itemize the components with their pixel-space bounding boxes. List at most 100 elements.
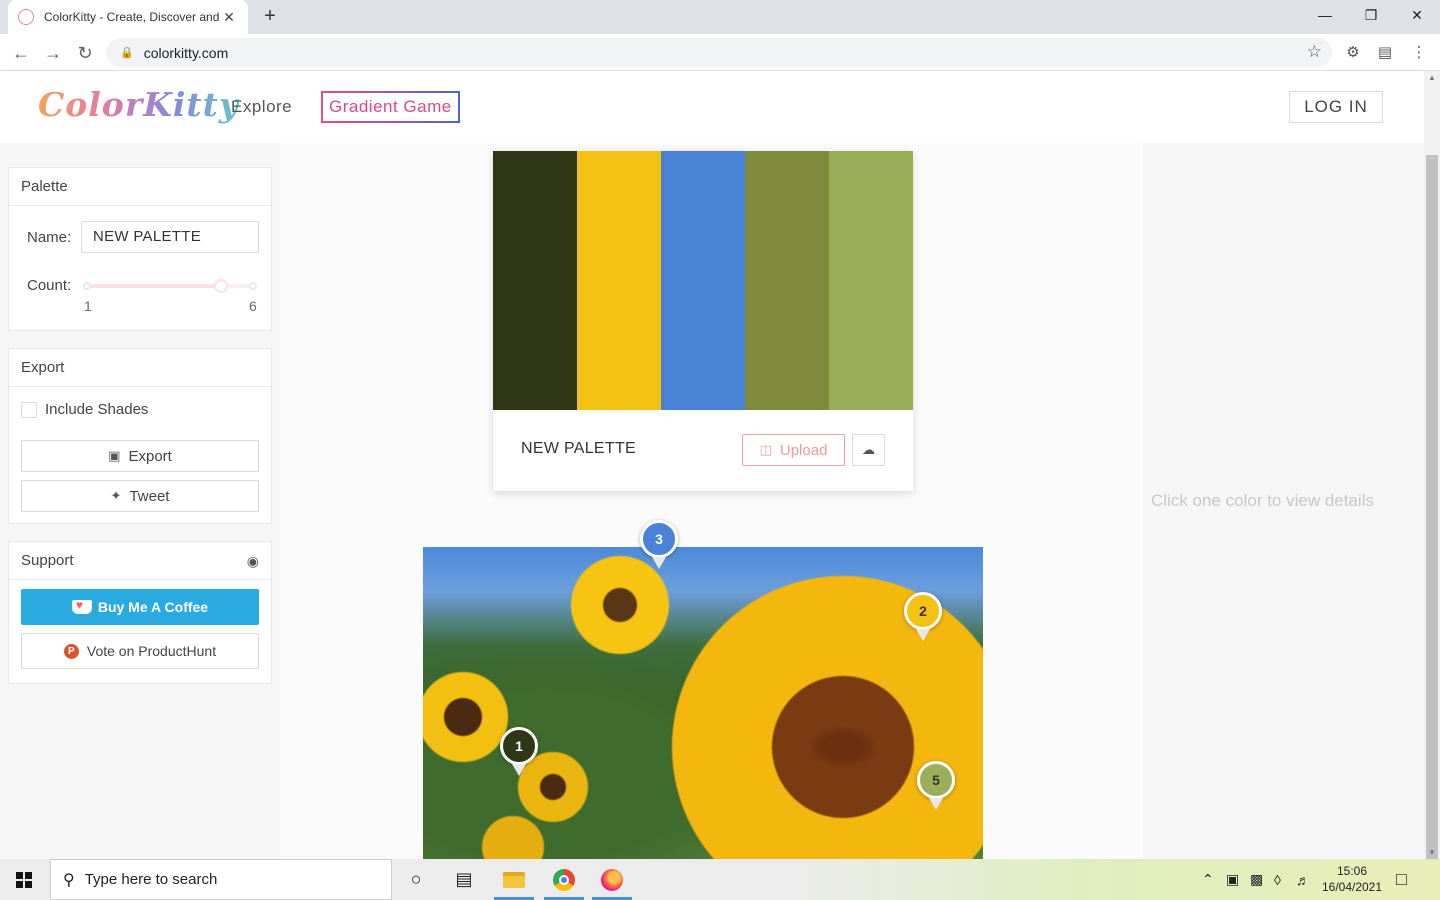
- scrollbar-thumb[interactable]: [1426, 155, 1438, 861]
- nav-explore-link[interactable]: Explore: [231, 97, 292, 117]
- scroll-up-arrow-icon[interactable]: ▲: [1428, 73, 1436, 82]
- scroll-down-arrow-icon[interactable]: ▼: [1428, 848, 1436, 857]
- reload-icon[interactable]: ↻: [72, 40, 98, 66]
- support-card-head: Support ◉: [9, 542, 271, 580]
- colorkitty-logo[interactable]: ColorKitty: [38, 85, 239, 124]
- palette-name-text: NEW PALETTE: [521, 440, 637, 457]
- eye-icon[interactable]: ◉: [247, 542, 259, 580]
- translate-extension-icon[interactable]: ▤: [1374, 42, 1396, 64]
- battery-icon[interactable]: ▩: [1250, 859, 1263, 900]
- cortana-icon[interactable]: ○: [392, 859, 440, 900]
- buy-coffee-label: Buy Me A Coffee: [97, 599, 209, 615]
- buy-me-a-coffee-button[interactable]: Buy Me A Coffee: [21, 589, 259, 625]
- upload-button-label: Upload: [779, 441, 828, 459]
- color-details-hint: Click one color to view details: [1151, 491, 1374, 510]
- palette-preview-card: NEW PALETTE ◫ Upload ☁: [493, 151, 913, 491]
- bookmark-star-icon[interactable]: ☆: [1307, 42, 1322, 62]
- palette-card-title: Palette: [9, 168, 271, 206]
- include-shades-row[interactable]: Include Shades: [21, 401, 148, 418]
- count-slider-fill: [87, 284, 222, 288]
- show-hidden-icons-chevron-icon[interactable]: ⌃: [1202, 859, 1214, 900]
- count-min-mark: 1: [84, 298, 92, 314]
- twitter-icon: ✦: [110, 488, 122, 503]
- palette-swatches: [493, 151, 913, 410]
- forward-arrow-icon[interactable]: →: [40, 40, 66, 66]
- cloud-upload-icon: ☁: [862, 442, 875, 457]
- firefox-taskbar-icon[interactable]: [588, 859, 636, 900]
- browser-tabstrip: ColorKitty - Create, Discover and ✕ + — …: [0, 0, 1440, 34]
- vote-producthunt-button[interactable]: P Vote on ProductHunt: [21, 633, 259, 669]
- login-button[interactable]: LOG IN: [1289, 91, 1383, 123]
- support-card: Support ◉ Buy Me A Coffee P Vote on Prod…: [8, 541, 272, 684]
- clock-time: 15:06: [1336, 864, 1368, 878]
- windows-start-button[interactable]: [0, 859, 48, 900]
- restore-window-button[interactable]: ❐: [1348, 0, 1394, 30]
- export-button[interactable]: ▣ Export: [21, 440, 259, 472]
- close-window-button[interactable]: ✕: [1394, 0, 1440, 30]
- camera-icon: ◫: [759, 442, 772, 457]
- file-explorer-icon[interactable]: [490, 859, 538, 900]
- swatch-2[interactable]: [577, 151, 661, 410]
- name-label: Name:: [27, 229, 72, 246]
- tweet-button-label: Tweet: [129, 487, 170, 505]
- palette-settings-card: Palette Name: NEW PALETTE Count: 1 6: [8, 167, 272, 331]
- notification-center-icon[interactable]: □: [1396, 869, 1407, 890]
- coffee-cup-icon: [71, 598, 92, 614]
- cloud-upload-button[interactable]: ☁: [852, 434, 885, 466]
- producthunt-icon: P: [63, 643, 79, 659]
- meet-now-icon[interactable]: ▣: [1226, 859, 1239, 900]
- address-bar[interactable]: 🔒 colorkitty.com ☆: [106, 38, 1332, 67]
- include-shades-checkbox[interactable]: [21, 401, 37, 418]
- nav-gradient-game-link[interactable]: Gradient Game: [321, 91, 460, 123]
- wifi-icon[interactable]: ◊: [1274, 859, 1281, 900]
- swatch-1[interactable]: [493, 151, 577, 410]
- color-picker-marker-2[interactable]: 2: [904, 592, 942, 641]
- tweet-button[interactable]: ✦ Tweet: [21, 480, 259, 512]
- volume-icon[interactable]: ♬: [1296, 859, 1310, 900]
- taskbar-search-placeholder: Type here to search: [84, 871, 218, 888]
- new-tab-button[interactable]: +: [258, 4, 282, 28]
- site-header: ColorKitty Explore Gradient Game LOG IN: [0, 71, 1424, 143]
- page-scrollbar[interactable]: ▲ ▼: [1424, 71, 1440, 861]
- windows-logo-icon: [16, 871, 32, 888]
- export-card-title: Export: [9, 349, 271, 387]
- palette-name-input[interactable]: NEW PALETTE: [81, 221, 259, 253]
- count-slider-handle[interactable]: [214, 279, 229, 293]
- color-picker-marker-5[interactable]: 5: [917, 761, 955, 810]
- color-picker-marker-3[interactable]: 3: [640, 520, 678, 569]
- chrome-taskbar-icon[interactable]: [540, 859, 588, 900]
- clock-date: 16/04/2021: [1321, 880, 1383, 894]
- back-arrow-icon[interactable]: ←: [8, 40, 34, 66]
- count-slider-min-dot: [83, 282, 91, 290]
- browser-menu-icon[interactable]: ⋮: [1408, 42, 1430, 64]
- export-button-label: Export: [128, 447, 172, 465]
- count-max-mark: 6: [249, 298, 257, 314]
- swatch-3[interactable]: [661, 151, 745, 410]
- taskbar-clock[interactable]: 15:06 16/04/2021: [1318, 863, 1386, 895]
- search-icon: ⚲: [63, 871, 75, 889]
- extensions-puzzle-icon[interactable]: ⚙: [1342, 42, 1364, 64]
- swatch-4[interactable]: [745, 151, 829, 410]
- include-shades-label: Include Shades: [45, 401, 149, 418]
- tab-close-icon[interactable]: ✕: [220, 9, 238, 26]
- url-text: colorkitty.com: [143, 44, 229, 61]
- upload-button[interactable]: ◫ Upload: [742, 434, 845, 466]
- browser-toolbar: ← → ↻ 🔒 colorkitty.com ☆ ⚙ ▤ ⋮: [0, 34, 1440, 71]
- tab-title: ColorKitty - Create, Discover and: [44, 10, 220, 24]
- taskbar-search-box[interactable]: ⚲ Type here to search: [50, 859, 392, 900]
- export-card: Export Include Shades ▣ Export ✦ Tweet: [8, 348, 272, 524]
- vote-producthunt-label: Vote on ProductHunt: [86, 643, 217, 659]
- site-favicon-icon: [18, 9, 34, 25]
- image-icon: ▣: [108, 448, 121, 463]
- task-view-icon[interactable]: ▤: [440, 859, 488, 900]
- left-sidebar: Palette Name: NEW PALETTE Count: 1 6 Exp…: [0, 143, 280, 859]
- minimize-window-button[interactable]: —: [1302, 0, 1348, 30]
- browser-tab[interactable]: ColorKitty - Create, Discover and ✕: [8, 0, 248, 34]
- main-content: NEW PALETTE ◫ Upload ☁ 1 2 3 5: [280, 143, 1142, 859]
- color-picker-marker-1[interactable]: 1: [500, 727, 538, 776]
- windows-taskbar: ⚲ Type here to search ○ ▤ ⌃ ▣ ▩ ◊ ♬ 15:0…: [0, 859, 1440, 900]
- swatch-5[interactable]: [829, 151, 913, 410]
- support-card-title: Support: [21, 552, 74, 569]
- count-slider-track[interactable]: [87, 284, 255, 288]
- sunflower-photo[interactable]: [423, 547, 983, 859]
